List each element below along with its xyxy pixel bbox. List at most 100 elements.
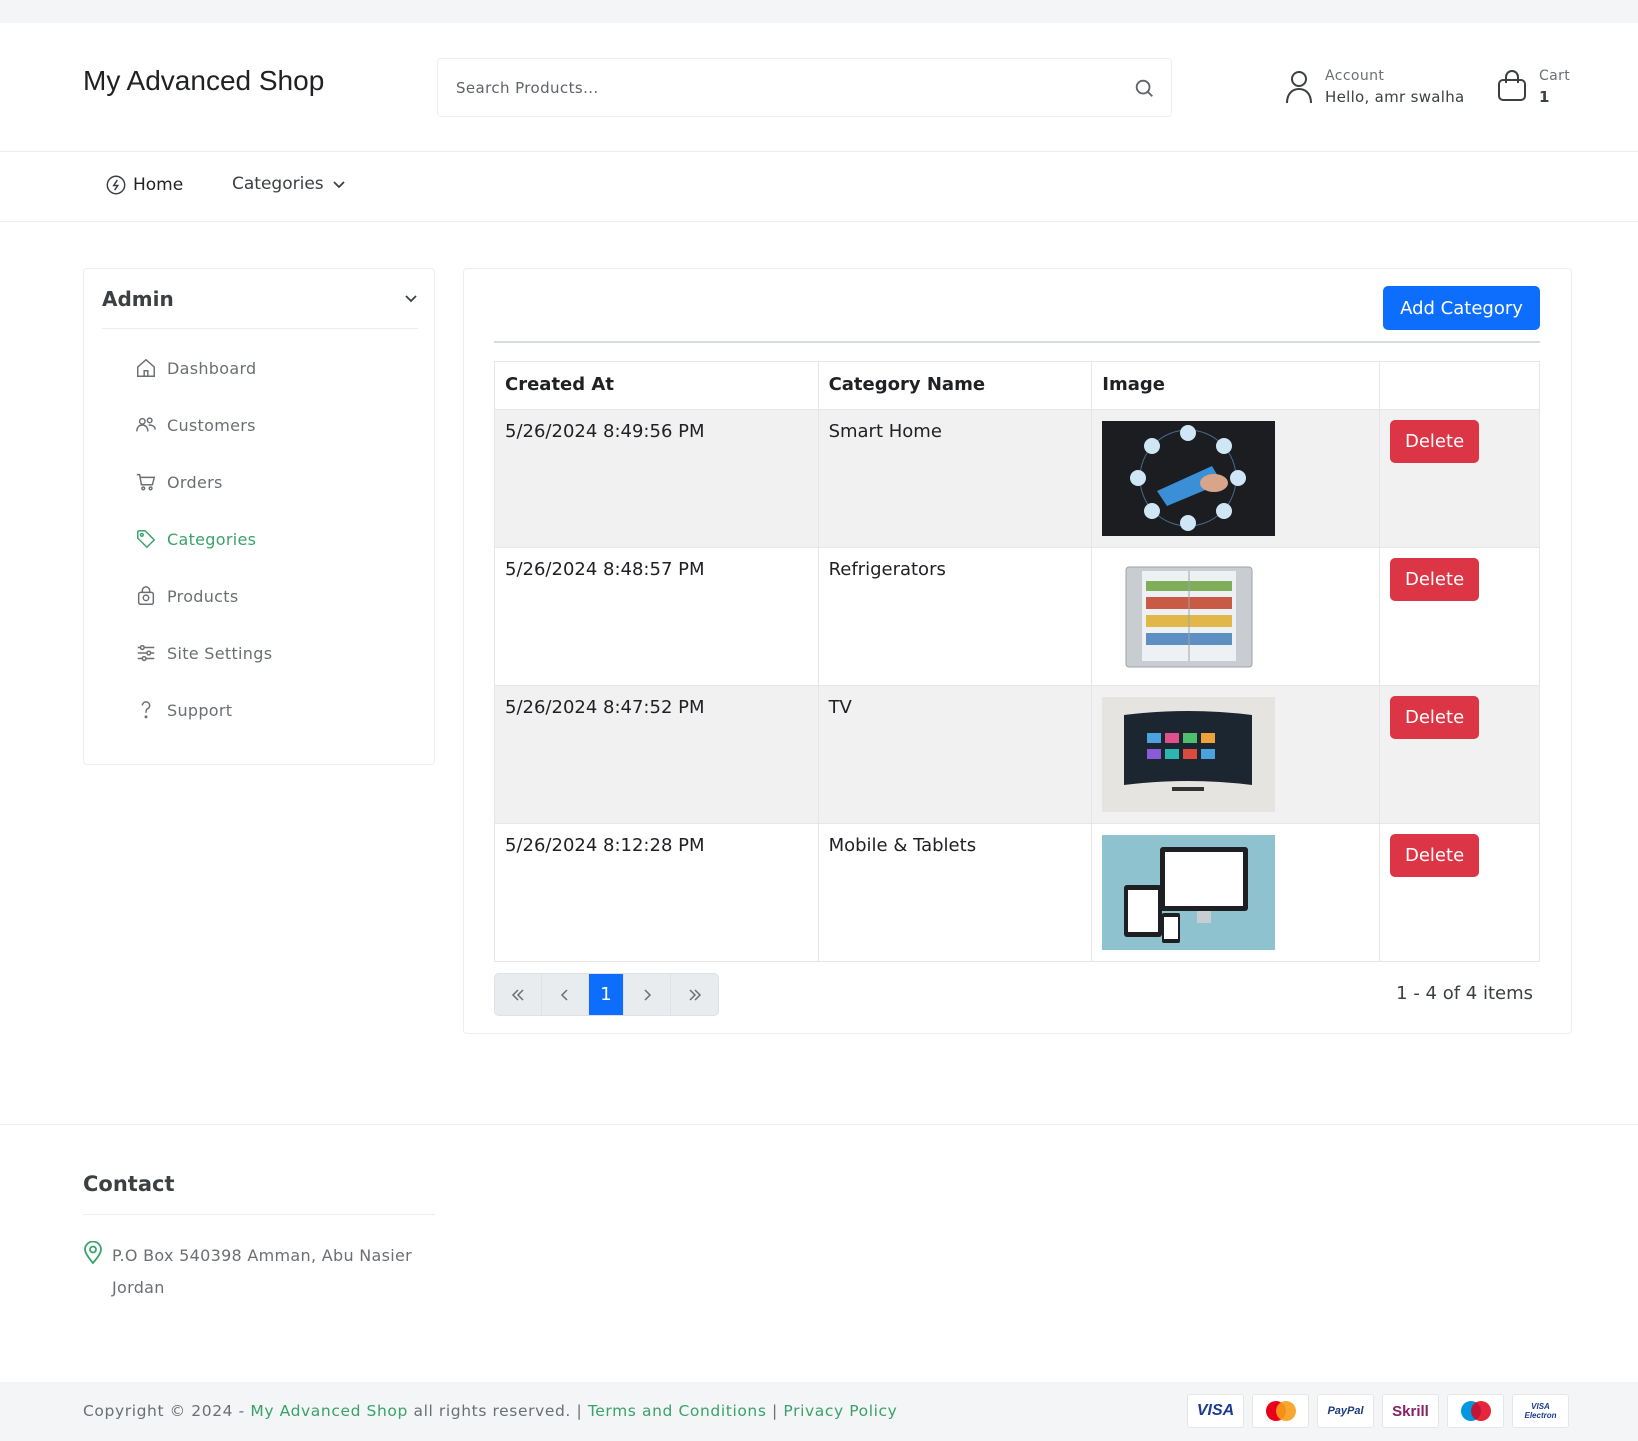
image-cell: [1091, 823, 1381, 962]
table-row: 5/26/2024 8:49:56 PM Smart Home Delete: [494, 409, 1540, 548]
payment-methods: VISA PayPal Skrill VISA Electron: [1187, 1394, 1569, 1428]
action-cell: Delete: [1379, 685, 1540, 824]
link-separator: |: [766, 1402, 784, 1420]
search-icon[interactable]: [1133, 77, 1155, 99]
sidebar-item-support[interactable]: Support: [135, 699, 232, 721]
double-chevron-right-icon: [688, 988, 701, 1001]
copyright: Copyright © 2024 - My Advanced Shop all …: [83, 1402, 897, 1420]
last-page-button[interactable]: [671, 974, 718, 1015]
pager-info: 1 - 4 of 4 items: [1396, 983, 1533, 1004]
add-category-button[interactable]: Add Category: [1383, 286, 1540, 330]
address-line: P.O Box 540398 Amman, Abu Nasier: [112, 1246, 413, 1265]
table-row: 5/26/2024 8:48:57 PM Refrigerators Delet…: [494, 547, 1540, 686]
category-name-cell: Refrigerators: [817, 547, 1093, 686]
categories-table: Created At Category Name Image 5/26/2024…: [494, 361, 1540, 962]
sidebar-header[interactable]: Admin: [102, 269, 418, 329]
skrill-logo-text: Skrill: [1392, 1402, 1429, 1420]
action-cell: Delete: [1379, 409, 1540, 548]
address-line: Jordan: [112, 1278, 165, 1297]
delete-button[interactable]: Delete: [1390, 558, 1480, 601]
copyright-prefix: Copyright © 2024 -: [83, 1402, 251, 1420]
search-input[interactable]: [456, 59, 1116, 116]
delete-button[interactable]: Delete: [1390, 696, 1480, 739]
sidebar-item-label: Dashboard: [167, 358, 257, 378]
admin-sidebar: Admin Dashboard Customers Orders Categor…: [83, 268, 435, 765]
copyright-brand-link[interactable]: My Advanced Shop: [250, 1402, 408, 1420]
top-strip: [0, 0, 1638, 23]
first-page-button[interactable]: [495, 974, 542, 1015]
nav-categories[interactable]: Categories: [232, 174, 346, 194]
cart-label: Cart: [1539, 68, 1571, 84]
nav-home[interactable]: Home: [105, 174, 183, 196]
paypal-logo-text: PayPal: [1327, 1405, 1364, 1417]
chevron-right-icon: [644, 988, 652, 1001]
sidebar-item-label: Orders: [167, 472, 223, 492]
sidebar-item-label: Products: [167, 586, 239, 606]
action-cell: Delete: [1379, 547, 1540, 686]
sidebar-item-products[interactable]: Products: [135, 585, 239, 607]
sidebar-item-label: Customers: [167, 415, 256, 435]
column-header-image[interactable]: Image: [1091, 361, 1381, 410]
sidebar-item-site-settings[interactable]: Site Settings: [135, 642, 272, 664]
sidebar-item-dashboard[interactable]: Dashboard: [135, 357, 257, 379]
delete-button[interactable]: Delete: [1390, 834, 1480, 877]
sliders-icon: [137, 644, 155, 662]
cart-icon: [136, 473, 156, 491]
maestro-logo: [1447, 1394, 1504, 1428]
maestro-icon: [1460, 1401, 1491, 1421]
search-box: [437, 58, 1172, 117]
sidebar-item-categories[interactable]: Categories: [135, 528, 256, 550]
created-at-cell: 5/26/2024 8:49:56 PM: [494, 409, 819, 548]
sidebar-item-label: Support: [167, 700, 233, 720]
chevron-down-icon: [333, 181, 345, 189]
mastercard-icon: [1265, 1401, 1296, 1421]
sidebar-title: Admin: [102, 287, 174, 311]
column-header-actions: [1379, 361, 1540, 410]
home-icon: [137, 358, 155, 377]
tv-image: [1102, 697, 1276, 812]
visa-electron-logo-text: VISA Electron: [1524, 1402, 1557, 1420]
categories-panel: Add Category Created At Category Name Im…: [463, 268, 1572, 1034]
refrigerator-image: [1102, 559, 1276, 674]
double-chevron-left-icon: [511, 988, 524, 1001]
page-button-current[interactable]: 1: [589, 974, 624, 1015]
visa-electron-logo: VISA Electron: [1512, 1394, 1569, 1428]
category-name-cell: TV: [817, 685, 1093, 824]
table-row: 5/26/2024 8:12:28 PM Mobile & Tablets De…: [494, 823, 1540, 962]
table-header-row: Created At Category Name Image: [494, 361, 1540, 410]
privacy-link[interactable]: Privacy Policy: [783, 1402, 897, 1420]
sidebar-item-customers[interactable]: Customers: [135, 414, 256, 436]
nav-home-label: Home: [133, 175, 184, 195]
shopping-bag-icon: [1498, 70, 1526, 101]
bag-icon: [137, 586, 155, 605]
image-cell: [1091, 547, 1381, 686]
sidebar-item-orders[interactable]: Orders: [135, 471, 223, 493]
copyright-suffix: all rights reserved. |: [407, 1402, 588, 1420]
skrill-logo: Skrill: [1382, 1394, 1439, 1428]
previous-page-button[interactable]: [542, 974, 589, 1015]
sidebar-item-label: Site Settings: [167, 643, 273, 663]
chevron-left-icon: [560, 988, 568, 1001]
table-row: 5/26/2024 8:47:52 PM TV Delete: [494, 685, 1540, 824]
visa-logo: VISA: [1187, 1394, 1244, 1428]
footer-divider: [0, 1124, 1638, 1125]
delete-button[interactable]: Delete: [1390, 420, 1480, 463]
created-at-cell: 5/26/2024 8:48:57 PM: [494, 547, 819, 686]
question-icon: [141, 701, 151, 719]
next-page-button[interactable]: [624, 974, 671, 1015]
terms-link[interactable]: Terms and Conditions: [588, 1402, 767, 1420]
contact-address: P.O Box 540398 Amman, Abu Nasier Jordan: [112, 1240, 432, 1304]
image-cell: [1091, 685, 1381, 824]
account-greeting: Hello, amr swalha: [1325, 88, 1465, 106]
user-icon: [1286, 71, 1312, 104]
column-header-category-name[interactable]: Category Name: [817, 361, 1093, 410]
category-name-cell: Smart Home: [817, 409, 1093, 548]
image-cell: [1091, 409, 1381, 548]
action-cell: Delete: [1379, 823, 1540, 962]
chevron-down-icon[interactable]: [404, 293, 418, 303]
brand-logo[interactable]: My Advanced Shop: [83, 65, 324, 97]
column-header-created-at[interactable]: Created At: [494, 361, 819, 410]
compass-icon: [106, 175, 126, 195]
nav-categories-label: Categories: [232, 174, 324, 194]
users-icon: [136, 417, 156, 432]
